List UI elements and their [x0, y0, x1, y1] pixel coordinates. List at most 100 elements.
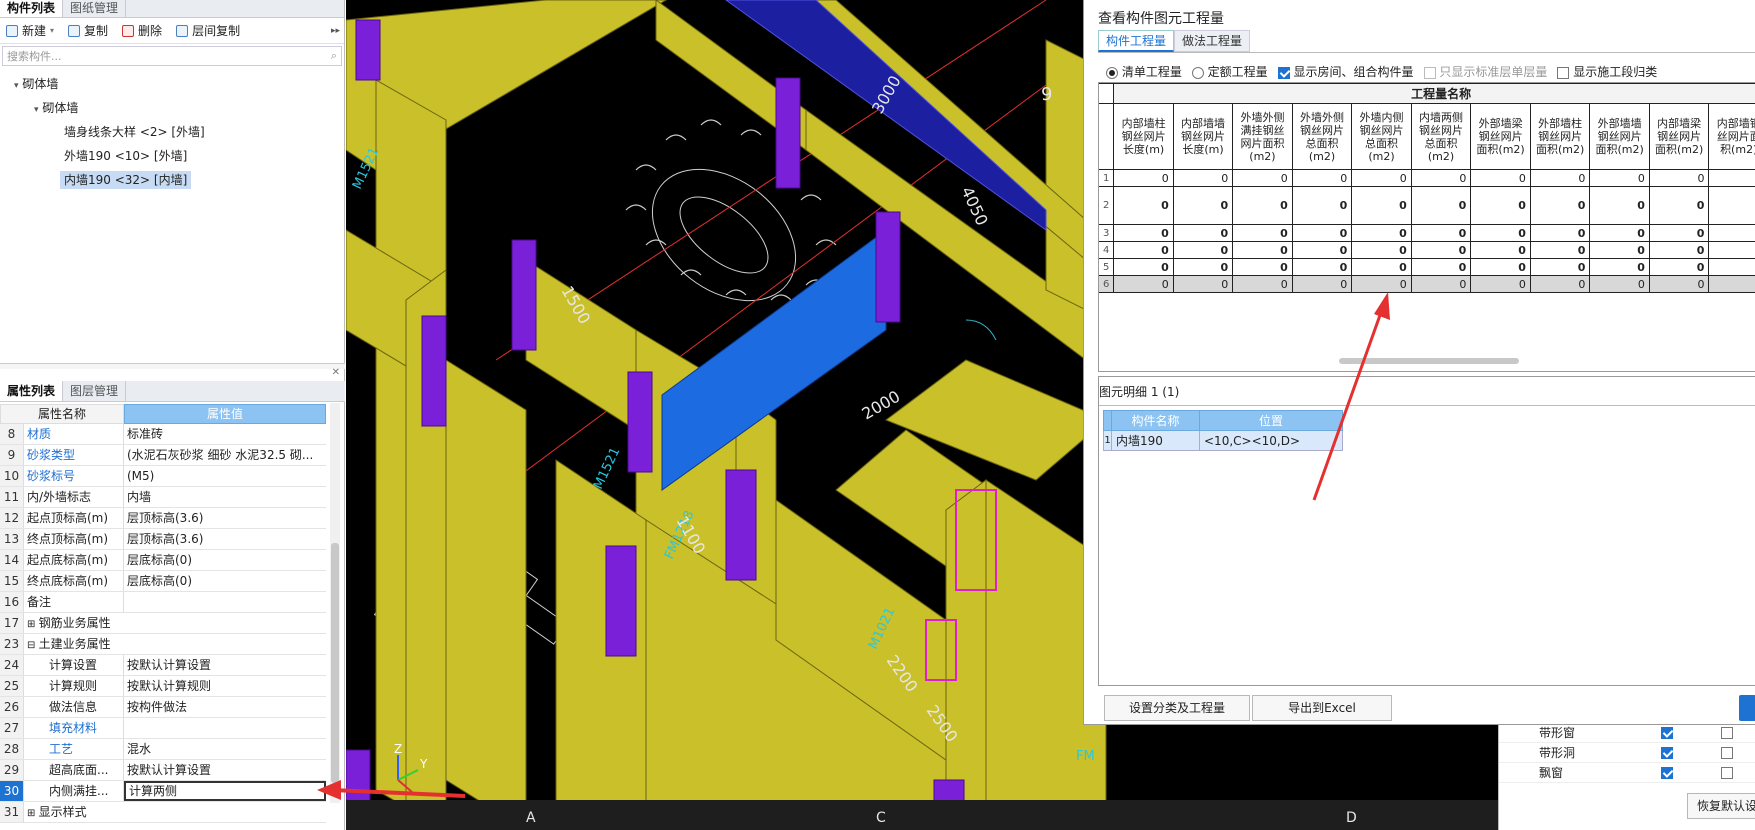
component-search-input[interactable]: 搜索构件... ⌕: [2, 46, 342, 66]
property-row[interactable]: 27 填充材料: [0, 718, 326, 739]
tab-layer-management[interactable]: 图层管理: [63, 381, 127, 401]
property-row[interactable]: 12 起点顶标高(m) 层顶标高(3.6): [0, 508, 326, 529]
qty-cell[interactable]: 0: [1470, 258, 1531, 276]
property-value[interactable]: 按默认计算设置: [124, 655, 326, 675]
qty-cell[interactable]: 0: [1648, 224, 1710, 242]
property-row[interactable]: 26 做法信息 按构件做法: [0, 697, 326, 718]
qty-cell[interactable]: 0: [1529, 275, 1591, 293]
scrollbar-thumb[interactable]: [331, 543, 339, 783]
qty-cell[interactable]: 0: [1470, 186, 1531, 225]
tree-item-selected[interactable]: 内墙190 <32> [内墙]: [0, 168, 344, 192]
property-row[interactable]: 17 ⊞ 钢筋业务属性: [0, 613, 326, 634]
qty-cell[interactable]: 0: [1232, 224, 1293, 242]
property-row[interactable]: 25 计算规则 按默认计算规则: [0, 676, 326, 697]
property-value[interactable]: 计算两侧: [124, 781, 326, 801]
bg-setting-checkbox[interactable]: [1721, 746, 1733, 759]
property-row[interactable]: 8 材质 标准砖: [0, 424, 326, 445]
qty-cell[interactable]: 0: [1232, 241, 1293, 259]
export-excel-button[interactable]: 导出到Excel: [1252, 695, 1392, 721]
qty-column-header[interactable]: 内部墙钢丝网片面积(m2): [1708, 103, 1755, 170]
property-row[interactable]: 15 终点底标高(m) 层底标高(0): [0, 571, 326, 592]
qty-cell[interactable]: 0: [1351, 241, 1412, 259]
qty-cell[interactable]: 0: [1291, 241, 1353, 259]
property-value[interactable]: 按构件做法: [124, 697, 326, 717]
qty-row[interactable]: 200000000000: [1099, 186, 1755, 225]
checkbox-show-rooms[interactable]: [1277, 66, 1290, 79]
qty-cell[interactable]: 0: [1529, 186, 1591, 225]
qty-cell[interactable]: 0: [1410, 186, 1472, 225]
qty-cell[interactable]: 0: [1291, 258, 1353, 276]
property-value[interactable]: (M5): [124, 466, 326, 486]
qty-cell[interactable]: 0: [1172, 169, 1234, 187]
qty-cell[interactable]: 0: [1470, 224, 1531, 242]
property-row[interactable]: 31 ⊞ 显示样式: [0, 802, 326, 823]
property-row[interactable]: 24 计算设置 按默认计算设置: [0, 655, 326, 676]
qty-cell[interactable]: 0: [1470, 275, 1531, 293]
property-scrollbar[interactable]: [330, 403, 340, 803]
property-value[interactable]: 按默认计算设置: [124, 760, 326, 780]
qty-cell[interactable]: 0: [1648, 241, 1710, 259]
tab-component-qty[interactable]: 构件工程量: [1098, 30, 1175, 52]
qty-cell[interactable]: 0: [1232, 186, 1293, 225]
qty-cell[interactable]: 0: [1648, 275, 1710, 293]
qty-cell[interactable]: 0: [1708, 275, 1755, 293]
qty-cell[interactable]: 0: [1410, 241, 1472, 259]
property-value[interactable]: [124, 592, 326, 612]
expand-icon[interactable]: ⊞: [27, 808, 39, 819]
panel-splitter[interactable]: [0, 363, 345, 369]
qty-cell[interactable]: 0: [1708, 169, 1755, 187]
checkbox-show-segments[interactable]: [1557, 66, 1570, 79]
floor-copy-button[interactable]: 层间复制: [176, 22, 240, 39]
property-value[interactable]: 按默认计算规则: [124, 676, 326, 696]
qty-cell[interactable]: 0: [1291, 186, 1353, 225]
qty-column-header[interactable]: 内部墙墙钢丝网片长度(m): [1172, 103, 1234, 170]
qty-cell[interactable]: 0: [1529, 258, 1591, 276]
property-value[interactable]: 层底标高(0): [124, 550, 326, 570]
qty-cell[interactable]: 0: [1529, 224, 1591, 242]
qty-cell[interactable]: 0: [1172, 241, 1234, 259]
qty-cell[interactable]: 0: [1351, 169, 1412, 187]
collapse-icon[interactable]: ▾: [14, 81, 19, 91]
qty-cell[interactable]: 0: [1589, 224, 1650, 242]
qty-cell[interactable]: 0: [1589, 258, 1650, 276]
qty-cell[interactable]: 0: [1410, 224, 1472, 242]
property-row[interactable]: 16 备注: [0, 592, 326, 613]
copy-button[interactable]: 复制: [68, 22, 108, 39]
property-value[interactable]: (水泥石灰砂浆 细砂 水泥32.5 砌...: [124, 445, 326, 465]
qty-cell[interactable]: 0: [1232, 275, 1293, 293]
tab-drawing-management[interactable]: 图纸管理: [63, 0, 127, 17]
qty-cell[interactable]: 0: [1648, 169, 1710, 187]
qty-row[interactable]: 100000000000: [1099, 169, 1755, 187]
property-value[interactable]: 层顶标高(3.6): [124, 508, 326, 528]
property-value[interactable]: 内墙: [124, 487, 326, 507]
qty-column-header[interactable]: 外墙内侧钢丝网片总面积(m2): [1351, 103, 1412, 170]
qty-cell[interactable]: 0: [1410, 275, 1472, 293]
qty-cell[interactable]: 0: [1113, 241, 1174, 259]
property-row[interactable]: 14 起点底标高(m) 层底标高(0): [0, 550, 326, 571]
property-value[interactable]: 层底标高(0): [124, 571, 326, 591]
qty-row[interactable]: 300000000000: [1099, 224, 1755, 242]
search-icon[interactable]: ⌕: [331, 49, 337, 63]
qty-column-header[interactable]: 外部墙柱钢丝网片面积(m2): [1529, 103, 1591, 170]
qty-cell[interactable]: 0: [1172, 186, 1234, 225]
chevron-down-icon[interactable]: ▾: [50, 26, 54, 35]
property-row[interactable]: 30 内侧满挂... 计算两侧: [0, 781, 326, 802]
qty-row[interactable]: 500000000000: [1099, 258, 1755, 276]
qty-row[interactable]: 600000000000: [1099, 275, 1755, 293]
tree-node-masonry-wall[interactable]: ▾ 砌体墙: [0, 72, 344, 96]
property-row[interactable]: 28 工艺 混水: [0, 739, 326, 760]
qty-cell[interactable]: 0: [1351, 186, 1412, 225]
property-row[interactable]: 9 砂浆类型 (水泥石灰砂浆 细砂 水泥32.5 砌...: [0, 445, 326, 466]
option-show-segments[interactable]: 显示施工段归类: [1557, 63, 1657, 80]
tree-item[interactable]: 墙身线条大样 <2> [外墙]: [0, 120, 344, 144]
property-row[interactable]: 13 终点顶标高(m) 层顶标高(3.6): [0, 529, 326, 550]
qty-cell[interactable]: 0: [1113, 224, 1174, 242]
more-icon[interactable]: ▸▸: [331, 26, 340, 36]
delete-button[interactable]: 删除: [122, 22, 162, 39]
option-show-rooms[interactable]: 显示房间、组合构件量: [1277, 63, 1414, 80]
qty-cell[interactable]: 0: [1648, 186, 1710, 225]
qty-cell[interactable]: 0: [1470, 169, 1531, 187]
qty-cell[interactable]: 0: [1708, 224, 1755, 242]
tab-method-qty[interactable]: 做法工程量: [1174, 30, 1251, 52]
qty-column-header[interactable]: 外部墙梁钢丝网片面积(m2): [1470, 103, 1531, 170]
